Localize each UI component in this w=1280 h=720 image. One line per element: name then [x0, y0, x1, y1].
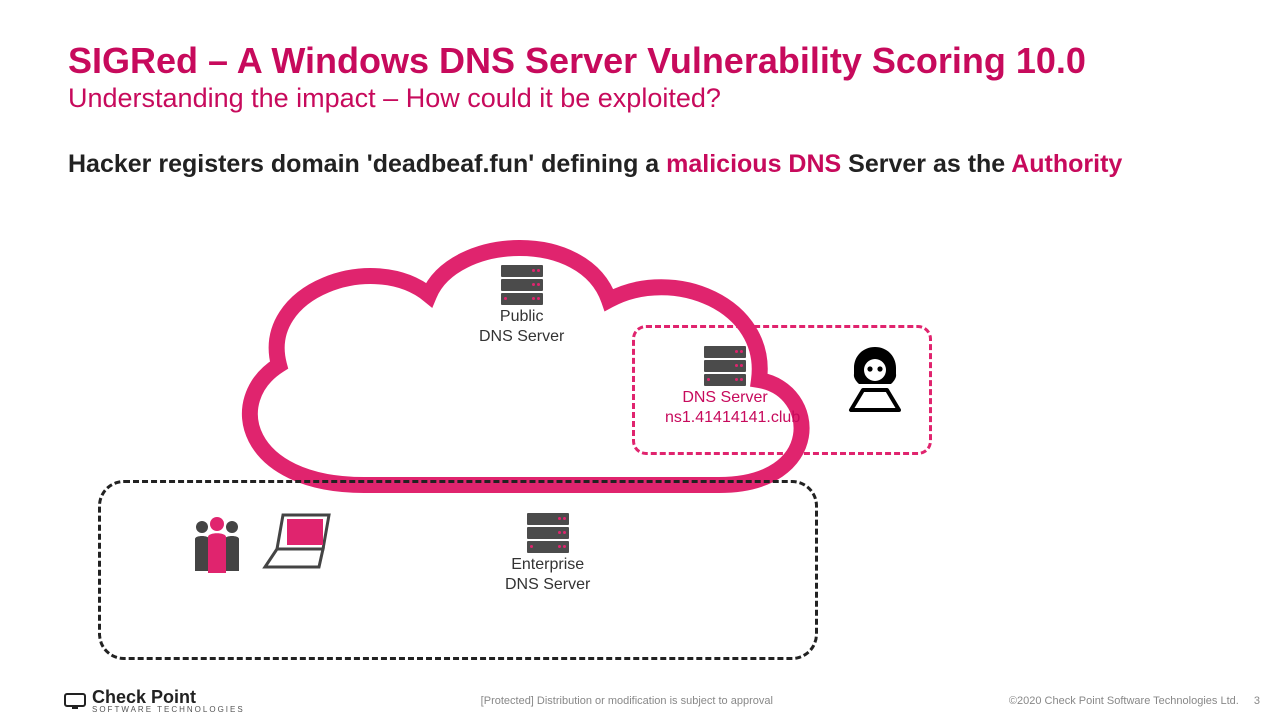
internal-users [191, 511, 343, 573]
footer-copyright: ©2020 Check Point Software Technologies … [1009, 695, 1239, 707]
slide: SIGRed – A Windows DNS Server Vulnerabil… [0, 0, 1280, 720]
hacker-icon [843, 344, 907, 419]
public-dns-node: Public DNS Server [479, 265, 564, 347]
brand-sub: SOFTWARE TECHNOLOGIES [92, 705, 245, 714]
description-line: Hacker registers domain 'deadbeaf.fun' d… [68, 150, 1212, 179]
desc-pre: Hacker registers domain 'deadbeaf.fun' d… [68, 150, 666, 178]
diagram-area: Public DNS Server DNS Server ns1.4141414… [68, 190, 1212, 680]
enterprise-dns-label-2: DNS Server [505, 575, 590, 595]
server-icon [501, 265, 543, 305]
page-title: SIGRed – A Windows DNS Server Vulnerabil… [68, 40, 1212, 81]
desc-mid: Server as the [841, 150, 1011, 178]
footer: Check Point SOFTWARE TECHNOLOGIES [Prote… [64, 687, 1260, 714]
users-icon [191, 515, 243, 573]
footer-classification: [Protected] Distribution or modification… [245, 695, 1009, 707]
malicious-dns-label-1: DNS Server [665, 388, 785, 408]
malicious-dns-label-2: ns1.41414141.club [665, 408, 785, 428]
malicious-dns-node: DNS Server ns1.41414141.club [665, 346, 785, 428]
brand-logo: Check Point SOFTWARE TECHNOLOGIES [64, 687, 245, 714]
page-subtitle: Understanding the impact – How could it … [68, 83, 1212, 114]
enterprise-dns-label-1: Enterprise [505, 555, 590, 575]
malicious-zone: DNS Server ns1.41414141.club [632, 325, 932, 455]
server-icon [527, 513, 569, 553]
logo-icon [64, 692, 86, 710]
enterprise-zone: Enterprise DNS Server [98, 480, 818, 660]
enterprise-dns-node: Enterprise DNS Server [505, 513, 590, 595]
public-dns-label-1: Public [479, 307, 564, 327]
laptop-icon [259, 511, 343, 573]
desc-highlight-1: malicious DNS [666, 150, 841, 178]
server-icon [704, 346, 746, 386]
desc-highlight-2: Authority [1011, 150, 1122, 178]
brand-name: Check Point [92, 687, 196, 707]
page-number: 3 [1254, 695, 1260, 707]
public-dns-label-2: DNS Server [479, 327, 564, 347]
